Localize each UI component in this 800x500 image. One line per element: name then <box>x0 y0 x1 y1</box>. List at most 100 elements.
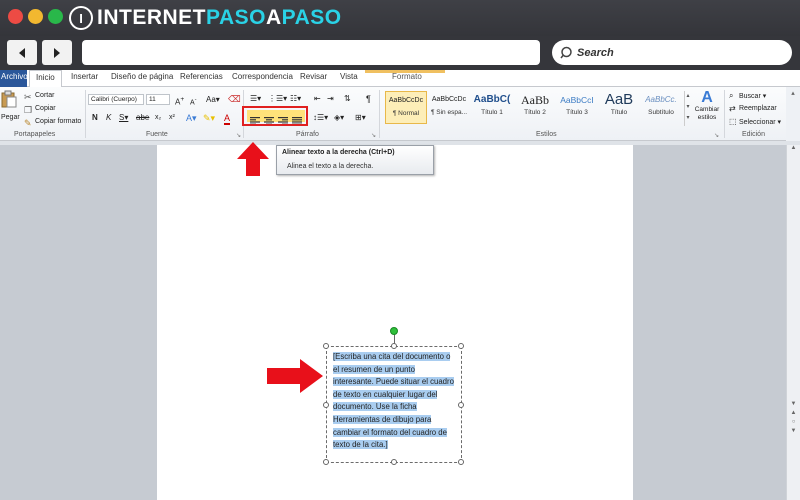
resize-handle[interactable] <box>391 459 397 465</box>
subscript-icon[interactable]: x₂ <box>155 113 161 123</box>
increase-indent-icon[interactable]: ⇥ <box>327 94 334 104</box>
resize-handle[interactable] <box>323 343 329 349</box>
tooltip-title: Alinear texto a la derecha (Ctrl+D) <box>282 149 395 156</box>
ribbon-minimize-icon[interactable]: ▴ <box>786 89 800 97</box>
url-bar[interactable] <box>82 40 540 65</box>
cut-button[interactable]: Cortar <box>35 92 54 99</box>
bullets-icon[interactable]: ☰▾ <box>250 94 261 104</box>
grow-font-icon[interactable]: A+ <box>175 95 184 108</box>
tab-diseno-pagina[interactable]: Diseño de página <box>111 72 173 81</box>
font-name-select[interactable]: Calibri (Cuerpo) <box>88 94 144 105</box>
select-button[interactable]: Seleccionar ▾ <box>739 118 781 126</box>
find-button[interactable]: Buscar ▾ <box>739 92 766 100</box>
tab-referencias[interactable]: Referencias <box>180 72 223 81</box>
style-subtitulo[interactable]: AaBbCc. Subtítulo <box>640 91 682 124</box>
paragraph-dialog-launcher-icon[interactable]: ↘ <box>371 131 376 141</box>
clear-formatting-icon[interactable]: ⌫ <box>228 94 241 104</box>
minimize-window-button[interactable] <box>28 9 43 24</box>
superscript-icon[interactable]: x² <box>169 113 175 123</box>
tab-insertar[interactable]: Insertar <box>71 72 98 81</box>
style-normal[interactable]: AaBbCcDc ¶ Normal <box>385 91 427 124</box>
find-icon[interactable]: ⌕ <box>729 91 733 101</box>
ribbon: Pegar ✂ Cortar ❐ Copiar ✎ Copiar formato… <box>0 87 800 141</box>
line-spacing-icon[interactable]: ↕☰▾ <box>313 113 328 123</box>
alignment-highlight-box <box>242 106 308 126</box>
group-separator <box>379 90 380 138</box>
sort-icon[interactable]: ⇅ <box>344 94 351 104</box>
align-right-tooltip: Alinear texto a la derecha (Ctrl+D) Alin… <box>276 145 434 175</box>
highlight-icon[interactable]: ✎▾ <box>203 113 215 123</box>
maximize-window-button[interactable] <box>48 9 63 24</box>
shading-icon[interactable]: ◈▾ <box>334 113 344 123</box>
tab-archivo[interactable]: Archivo <box>0 70 28 87</box>
change-styles-icon: A <box>701 89 713 106</box>
copy-button[interactable]: Copiar <box>35 105 56 112</box>
styles-dialog-launcher-icon[interactable]: ↘ <box>714 131 719 141</box>
logo-mark: I <box>69 6 93 30</box>
style-sin-espaciado[interactable]: AaBbCcDc ¶ Sin espa... <box>428 91 470 124</box>
borders-icon[interactable]: ⊞▾ <box>355 113 366 123</box>
paste-button[interactable]: Pegar <box>1 90 20 128</box>
replace-icon[interactable]: ⇄ <box>729 104 736 114</box>
red-right-arrow-icon <box>267 359 323 393</box>
style-titulo-2[interactable]: AaBb Título 2 <box>514 91 556 124</box>
style-titulo-3[interactable]: AaBbCcI Título 3 <box>556 91 598 124</box>
search-icon <box>560 46 572 59</box>
scroll-page-buttons[interactable]: ▼ ▲ ○ ▼ <box>787 400 800 436</box>
resize-handle[interactable] <box>458 402 464 408</box>
ribbon-side-controls: ▴ <box>786 87 800 141</box>
show-marks-icon[interactable]: ¶ <box>366 94 371 104</box>
logo-text: INTERNETPASOAPASO <box>97 6 342 29</box>
forward-button[interactable] <box>42 40 72 65</box>
cut-icon[interactable]: ✂ <box>24 92 32 102</box>
group-separator <box>85 90 86 138</box>
vertical-scrollbar[interactable]: ▲ ▼ ▲ ○ ▼ <box>786 145 800 500</box>
resize-handle[interactable] <box>391 343 397 349</box>
shrink-font-icon[interactable]: A- <box>190 95 197 108</box>
decrease-indent-icon[interactable]: ⇤ <box>314 94 321 104</box>
tab-vista[interactable]: Vista <box>340 72 358 81</box>
tab-revisar[interactable]: Revisar <box>300 72 327 81</box>
close-window-button[interactable] <box>8 9 23 24</box>
resize-handle[interactable] <box>458 459 464 465</box>
tab-correspondencia[interactable]: Correspondencia <box>232 72 293 81</box>
search-box[interactable]: Search <box>552 40 792 65</box>
change-styles-button[interactable]: A Cambiar estilos <box>693 90 721 128</box>
change-case-icon[interactable]: Aa▾ <box>206 95 220 105</box>
tab-formato[interactable]: Formato <box>392 72 422 81</box>
browser-navbar: Search <box>0 36 800 70</box>
tab-inicio[interactable]: Inicio <box>29 70 62 88</box>
resize-handle[interactable] <box>323 459 329 465</box>
italic-icon[interactable]: K <box>106 113 111 123</box>
select-icon[interactable]: ⬚ <box>729 117 737 127</box>
back-arrow-icon <box>19 47 25 58</box>
font-dialog-launcher-icon[interactable]: ↘ <box>236 131 241 141</box>
numbering-icon[interactable]: ⋮☰▾ <box>268 94 287 104</box>
resize-handle[interactable] <box>458 343 464 349</box>
paste-label: Pegar <box>1 114 20 121</box>
font-color-icon[interactable]: A <box>224 113 231 125</box>
strikethrough-icon[interactable]: abe <box>136 113 149 123</box>
copy-icon[interactable]: ❐ <box>24 105 32 115</box>
paragraph-group-label: Párrafo <box>296 131 319 138</box>
quote-text[interactable]: [Escriba una cita del documento o el res… <box>333 351 455 452</box>
text-effects-icon[interactable]: A▾ <box>186 113 197 123</box>
style-titulo[interactable]: AaB Título <box>598 91 640 124</box>
rotation-handle[interactable] <box>390 327 398 335</box>
format-painter-button[interactable]: Copiar formato <box>35 118 81 125</box>
font-group-label: Fuente <box>146 131 168 138</box>
tooltip-body: Alinea el texto a la derecha. <box>287 163 374 170</box>
style-titulo-1[interactable]: AaBbC( Título 1 <box>471 91 513 124</box>
underline-icon[interactable]: S▾ <box>119 113 128 123</box>
bold-icon[interactable]: N <box>92 113 98 123</box>
replace-button[interactable]: Reemplazar <box>739 105 777 112</box>
forward-arrow-icon <box>54 47 60 58</box>
resize-handle[interactable] <box>323 402 329 408</box>
quote-textbox[interactable]: [Escriba una cita del documento o el res… <box>323 343 464 465</box>
styles-scroll-buttons[interactable]: ▴ ▾ ▾ <box>684 91 691 126</box>
scroll-up-icon[interactable]: ▲ <box>787 145 800 151</box>
font-size-select[interactable]: 11 <box>146 94 170 105</box>
format-painter-icon[interactable]: ✎ <box>24 118 32 128</box>
back-button[interactable] <box>7 40 37 65</box>
multilevel-list-icon[interactable]: ☷▾ <box>290 94 301 104</box>
